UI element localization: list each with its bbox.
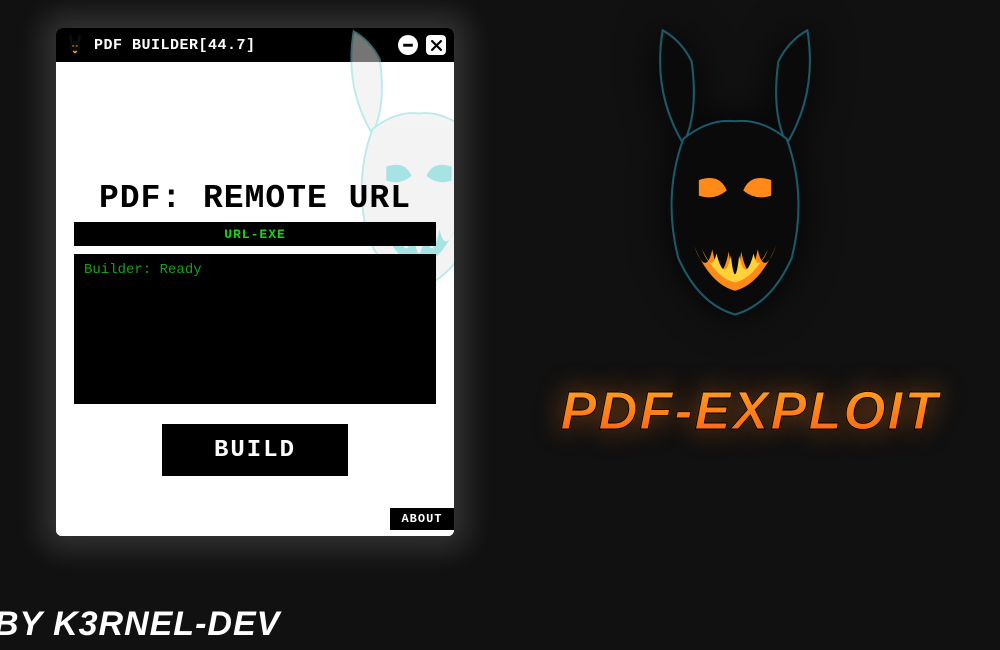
product-demon-icon — [605, 20, 865, 330]
app-body: PDF: REMOTE URL URL-EXE Builder: Ready B… — [56, 62, 454, 536]
about-button[interactable]: ABOUT — [390, 508, 454, 530]
builder-status: Builder: Ready — [84, 262, 426, 278]
main-heading: PDF: REMOTE URL — [56, 180, 454, 217]
build-button[interactable]: BUILD — [162, 424, 348, 476]
close-button[interactable] — [426, 35, 446, 55]
url-exe-label: URL-EXE — [224, 227, 286, 242]
titlebar: PDF BUILDER[44.7] — [56, 28, 454, 62]
window-title: PDF BUILDER[44.7] — [94, 37, 390, 54]
minimize-icon — [402, 39, 414, 51]
console-output: Builder: Ready — [74, 254, 436, 404]
author-credit: BY K3RNEL-DEV — [0, 605, 280, 644]
product-title: PDF-EXPLOIT — [540, 380, 960, 442]
url-exe-input[interactable]: URL-EXE — [74, 222, 436, 246]
close-icon — [431, 40, 442, 51]
app-demon-icon — [64, 34, 86, 56]
app-window: PDF BUILDER[44.7] PDF: REMOTE URL URL-EX… — [56, 28, 454, 536]
minimize-button[interactable] — [398, 35, 418, 55]
